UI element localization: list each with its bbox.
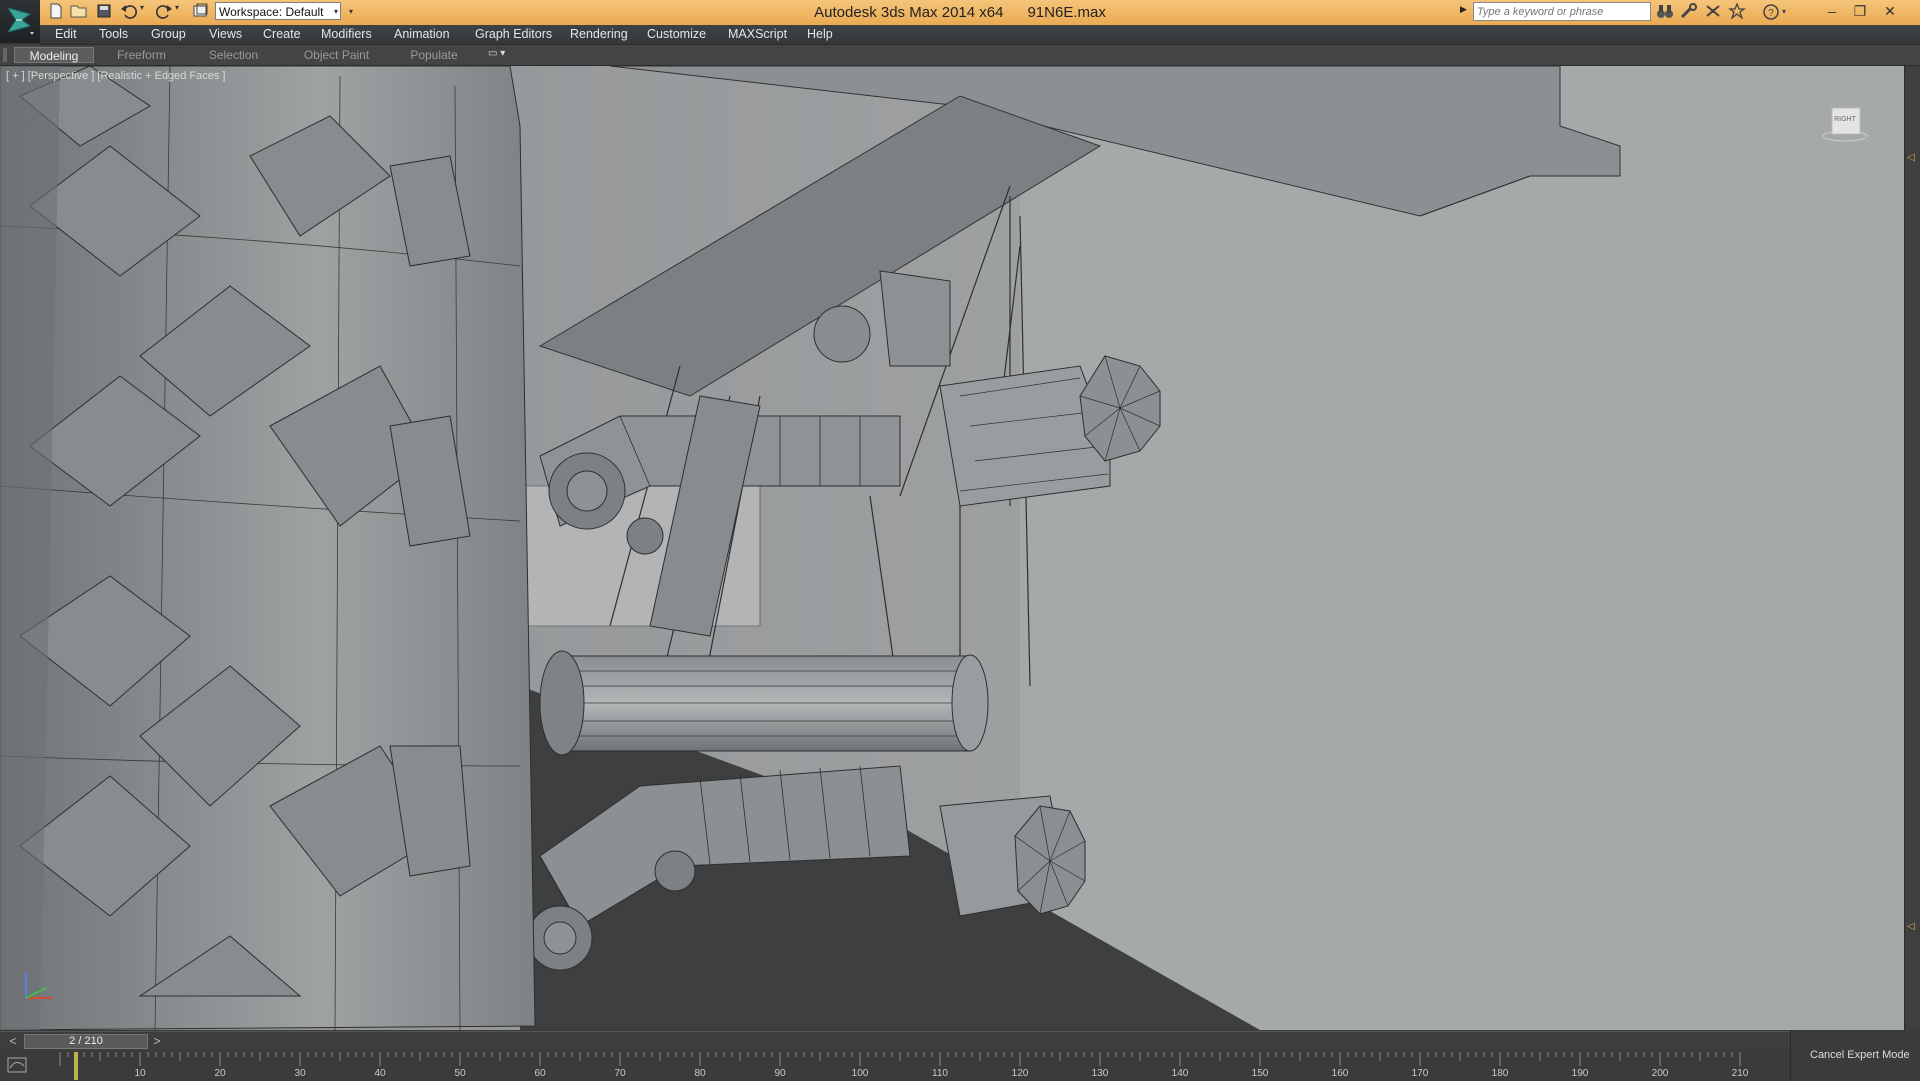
tick-label: 200 bbox=[1651, 1068, 1669, 1079]
redo-icon[interactable] bbox=[155, 3, 173, 21]
tab-populate[interactable]: Populate bbox=[398, 47, 470, 63]
tick-label: 100 bbox=[851, 1068, 869, 1079]
cancel-expert-mode-button[interactable]: Cancel Expert Mode bbox=[1810, 1049, 1910, 1061]
viewcube-face-label: RIGHT bbox=[1834, 116, 1856, 123]
quick-access-customize-icon[interactable]: ▾ bbox=[345, 3, 357, 21]
tab-modeling[interactable]: Modeling bbox=[14, 47, 94, 63]
track-bar[interactable]: 10 20 30 40 50 60 70 80 90 100 110 120 130 140 150 160 1… bbox=[0, 1050, 1920, 1080]
communication-center-icon[interactable] bbox=[1704, 3, 1724, 22]
new-file-icon[interactable] bbox=[48, 3, 66, 21]
menu-modifiers[interactable]: Modifiers bbox=[321, 25, 372, 44]
timeline-marker-icon: ◁ bbox=[1907, 152, 1915, 163]
tick-label: 190 bbox=[1571, 1068, 1589, 1079]
search-input[interactable] bbox=[1474, 3, 1650, 20]
tab-object-paint[interactable]: Object Paint bbox=[294, 47, 379, 63]
tick-label: 60 bbox=[534, 1068, 546, 1079]
ribbon-display-toggle-icon[interactable]: ▭ ▾ bbox=[488, 48, 512, 62]
menu-group[interactable]: Group bbox=[151, 25, 186, 44]
svg-text:?: ? bbox=[1768, 8, 1774, 19]
tick-label: 150 bbox=[1251, 1068, 1269, 1079]
application-menu-button[interactable] bbox=[0, 0, 40, 43]
tick-label: 180 bbox=[1491, 1068, 1509, 1079]
curve-editor-icon[interactable] bbox=[6, 1056, 34, 1076]
menu-graph-editors[interactable]: Graph Editors bbox=[475, 25, 552, 44]
search-box[interactable] bbox=[1473, 2, 1651, 21]
title-bar: ▾ ▾ Workspace: Default ▾ ▾ Autodesk 3ds … bbox=[0, 0, 1920, 43]
open-file-icon[interactable] bbox=[70, 3, 88, 21]
viewcube[interactable]: RIGHT bbox=[1822, 102, 1868, 144]
project-folder-icon[interactable] bbox=[192, 3, 210, 21]
tick-label: 30 bbox=[294, 1068, 306, 1079]
menu-create[interactable]: Create bbox=[263, 25, 301, 44]
tick-label: 210 bbox=[1731, 1068, 1749, 1079]
app-name: Autodesk 3ds Max 2014 x64 bbox=[814, 4, 1004, 21]
menu-customize[interactable]: Customize bbox=[647, 25, 706, 44]
tick-label: 160 bbox=[1331, 1068, 1349, 1079]
track-ruler[interactable]: 10 20 30 40 50 60 70 80 90 100 110 120 130 140 150 160 1… bbox=[56, 1050, 1756, 1080]
axis-tripod-icon bbox=[18, 966, 58, 1009]
3dsmax-logo-icon bbox=[6, 7, 34, 35]
search-expand-icon[interactable]: ▶ bbox=[1460, 4, 1467, 15]
viewport-label[interactable]: [ + ] [Perspective ] [Realistic + Edged … bbox=[6, 70, 226, 82]
timeline-marker-icon: ◁ bbox=[1907, 921, 1915, 932]
tick-label: 70 bbox=[614, 1068, 626, 1079]
time-slider[interactable]: < 2 / 210 > bbox=[0, 1031, 1920, 1051]
tab-selection[interactable]: Selection bbox=[196, 47, 271, 63]
time-slider-thumb[interactable]: 2 / 210 bbox=[24, 1034, 148, 1049]
tick-label: 120 bbox=[1011, 1068, 1029, 1079]
tick-label: 90 bbox=[774, 1068, 786, 1079]
viewport-right-strip: ◁ ◁ bbox=[1904, 66, 1920, 1030]
workspace-dropdown[interactable]: Workspace: Default ▾ bbox=[215, 2, 341, 20]
menu-rendering[interactable]: Rendering bbox=[570, 25, 628, 44]
tick-label: 80 bbox=[694, 1068, 706, 1079]
menu-animation[interactable]: Animation bbox=[394, 25, 450, 44]
minimize-button[interactable]: – bbox=[1818, 0, 1846, 22]
tick-label: 170 bbox=[1411, 1068, 1429, 1079]
help-dropdown-icon[interactable]: ▾ bbox=[1782, 3, 1792, 22]
tick-label: 40 bbox=[374, 1068, 386, 1079]
binoculars-icon[interactable] bbox=[1656, 3, 1676, 22]
undo-dropdown-icon[interactable]: ▾ bbox=[140, 3, 150, 21]
perspective-viewport[interactable]: [ + ] [Perspective ] [Realistic + Edged … bbox=[0, 66, 1904, 1030]
time-slider-next-button[interactable]: > bbox=[148, 1032, 166, 1051]
subscription-tools-icon[interactable] bbox=[1680, 3, 1700, 22]
menu-bar: Edit Tools Group Views Create Modifiers … bbox=[40, 25, 1920, 45]
workspace-label: Workspace: Default bbox=[219, 5, 324, 19]
chevron-down-icon: ▾ bbox=[333, 7, 338, 16]
menu-help[interactable]: Help bbox=[807, 25, 833, 44]
tick-label: 110 bbox=[932, 1068, 948, 1079]
tick-label: 50 bbox=[454, 1068, 466, 1079]
menu-maxscript[interactable]: MAXScript bbox=[728, 25, 787, 44]
viewcube-icon bbox=[1822, 107, 1868, 142]
menu-tools[interactable]: Tools bbox=[99, 25, 128, 44]
redo-dropdown-icon[interactable]: ▾ bbox=[175, 3, 185, 21]
file-name: 91N6E.max bbox=[1027, 4, 1106, 21]
tick-label: 130 bbox=[1091, 1068, 1109, 1079]
tab-freeform[interactable]: Freeform bbox=[104, 47, 179, 63]
favorites-star-icon[interactable] bbox=[1728, 2, 1748, 22]
undo-icon[interactable] bbox=[120, 3, 138, 21]
menu-views[interactable]: Views bbox=[209, 25, 242, 44]
menu-edit[interactable]: Edit bbox=[55, 25, 77, 44]
time-slider-prev-button[interactable]: < bbox=[4, 1032, 22, 1051]
tick-label: 20 bbox=[214, 1068, 226, 1079]
ribbon-tab-bar: Modeling Freeform Selection Object Paint… bbox=[0, 45, 1920, 66]
save-icon[interactable] bbox=[96, 3, 114, 21]
close-button[interactable]: ✕ bbox=[1876, 0, 1904, 22]
restore-button[interactable]: ❐ bbox=[1846, 0, 1874, 22]
window-title: Autodesk 3ds Max 2014 x64 91N6E.max bbox=[700, 0, 1220, 25]
help-icon[interactable]: ? bbox=[1762, 3, 1782, 22]
current-frame-marker[interactable] bbox=[74, 1052, 78, 1080]
viewport-scene-render bbox=[0, 66, 1904, 1030]
tick-label: 140 bbox=[1171, 1068, 1189, 1079]
tick-label: 10 bbox=[134, 1068, 146, 1079]
ribbon-grip-icon[interactable] bbox=[3, 48, 7, 62]
